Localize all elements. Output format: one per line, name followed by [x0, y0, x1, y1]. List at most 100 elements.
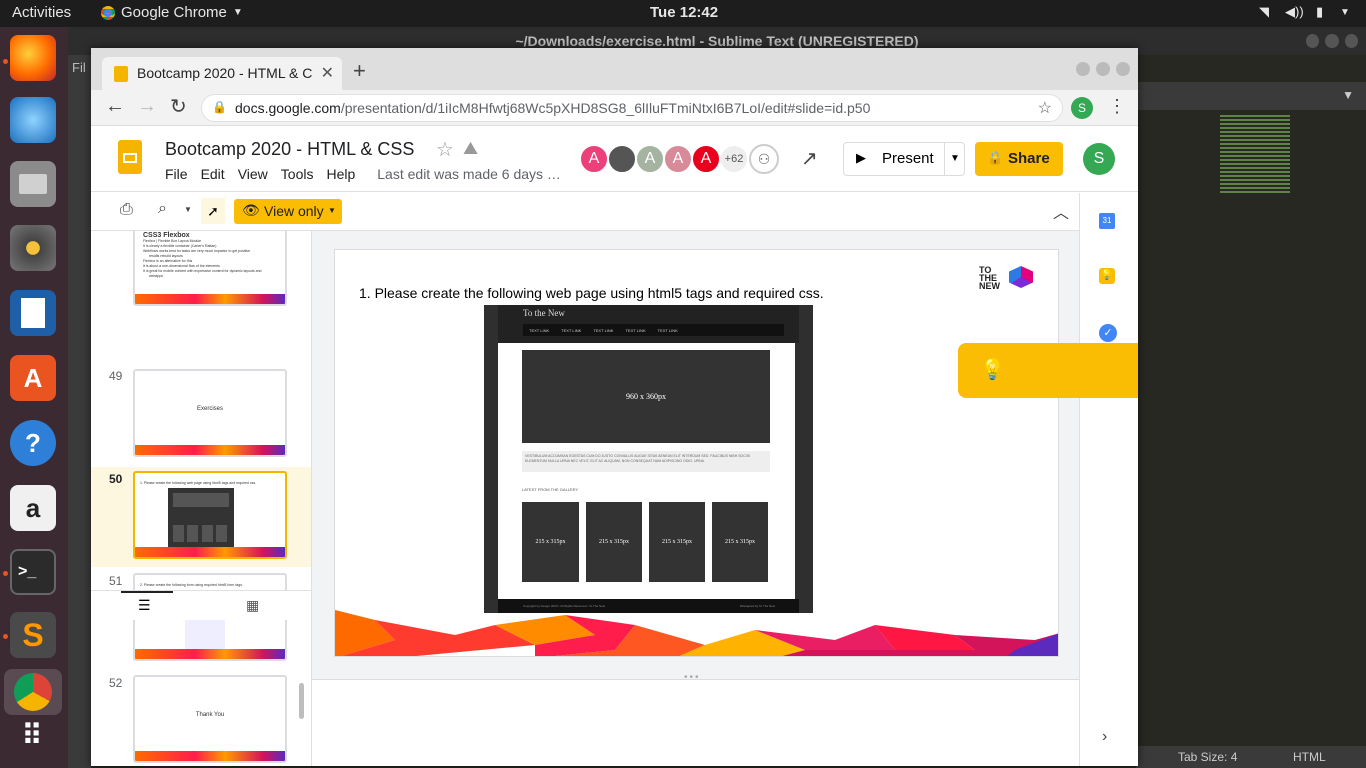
tab-close-icon[interactable]: ✕ — [321, 63, 334, 83]
user-avatar[interactable]: S — [1083, 143, 1115, 175]
speaker-notes[interactable]: ••• — [312, 672, 1079, 766]
activity-dashboard-icon[interactable]: ↗ — [801, 146, 818, 171]
notes-resize-handle[interactable]: ••• — [684, 672, 701, 683]
profile-avatar[interactable]: S — [1071, 97, 1093, 119]
rhythmbox-icon[interactable] — [10, 225, 56, 271]
menu-tools[interactable]: Tools — [281, 166, 314, 182]
mock-nav: TEXT LINK TEXT LINK TEXT LINK TEXT LINK … — [523, 324, 784, 336]
app-menu[interactable]: Google Chrome ▼ — [101, 4, 243, 21]
volume-icon[interactable]: ◀)) — [1285, 4, 1304, 20]
close-icon[interactable] — [1344, 34, 1358, 48]
sublime-text-icon[interactable]: S — [10, 612, 56, 658]
minimize-icon[interactable] — [1306, 34, 1320, 48]
slide-decoration-wave — [335, 610, 1058, 656]
filmstrip-view-icon[interactable]: ☰ — [138, 597, 151, 614]
keep-icon[interactable]: 💡 — [1099, 268, 1115, 284]
thumb-mock-card — [216, 525, 227, 542]
last-edit-link[interactable]: Last edit was made 6 days … — [377, 166, 561, 182]
select-tool-icon[interactable]: ➚ — [201, 198, 225, 224]
close-icon[interactable] — [1116, 62, 1130, 76]
thumb-title: Thank You — [195, 712, 225, 718]
battery-icon[interactable]: ▮ — [1316, 4, 1323, 20]
calendar-icon[interactable]: 31 — [1099, 213, 1115, 229]
star-icon[interactable]: ☆ — [436, 137, 454, 162]
move-to-drive-icon[interactable]: ⛰ — [463, 138, 478, 159]
software-center-icon[interactable]: A — [10, 355, 56, 401]
mock-gallery-card: 215 x 315px — [586, 502, 642, 582]
thumb-content: CSS3 Flexbox Flexbox | Flexible Box Layo… — [135, 231, 285, 281]
current-slide[interactable]: TO THE NEW 1. Please create the followin… — [334, 249, 1059, 657]
collaborator-photo-avatar[interactable] — [607, 144, 637, 174]
slides-toolbar: ⎙ ⌕ ▼ ➚ 👁 View only ▼ ︿ — [91, 193, 1138, 231]
system-menu-chevron-icon[interactable]: ▼ — [1340, 7, 1350, 18]
thunderbird-icon[interactable] — [10, 97, 56, 143]
chrome-window-controls — [1076, 62, 1130, 76]
collaborator-avatar[interactable]: A — [635, 144, 665, 174]
grid-view-icon[interactable]: ▦ — [246, 597, 259, 614]
zoom-icon[interactable]: ⌕ — [158, 200, 167, 218]
collaborator-avatar[interactable]: A — [691, 144, 721, 174]
view-only-button[interactable]: 👁 View only ▼ — [234, 199, 342, 224]
collapse-header-icon[interactable]: ︿ — [1053, 199, 1069, 223]
sublime-minimap[interactable] — [1220, 115, 1290, 195]
view-only-label: View only — [264, 203, 324, 219]
tab-size-label[interactable]: Tab Size: 4 — [1178, 750, 1237, 764]
clock[interactable]: Tue 12:42 — [650, 4, 718, 21]
browser-tab[interactable]: Bootcamp 2020 - HTML & C ✕ — [102, 57, 342, 90]
thumb-line: It is great for mobile content with expr… — [143, 269, 262, 273]
sublime-menu-fragment[interactable]: Fil — [72, 60, 86, 75]
terminal-icon[interactable]: >_ — [10, 549, 56, 595]
maximize-icon[interactable] — [1325, 34, 1339, 48]
forward-icon[interactable]: → — [137, 95, 157, 118]
omnibox[interactable]: 🔒 docs.google.com/presentation/d/1iIcM8H… — [201, 94, 1063, 122]
menu-edit[interactable]: Edit — [201, 166, 225, 182]
menu-view[interactable]: View — [238, 166, 268, 182]
new-tab-icon[interactable]: + — [353, 58, 366, 84]
add-people-icon[interactable]: ⚇ — [749, 144, 779, 174]
help-icon[interactable]: ? — [10, 420, 56, 466]
menu-file[interactable]: File — [165, 166, 188, 182]
writer-icon[interactable] — [10, 290, 56, 336]
thumb-mock-card — [202, 525, 213, 542]
bookmark-star-icon[interactable]: ☆ — [1038, 98, 1052, 118]
chrome-dock-icon[interactable] — [4, 669, 62, 715]
syntax-label[interactable]: HTML — [1293, 750, 1326, 764]
activities-button[interactable]: Activities — [12, 4, 71, 21]
chrome-menu-icon[interactable]: ⋮ — [1108, 96, 1126, 117]
print-icon[interactable]: ⎙ — [120, 201, 133, 219]
show-applications-icon[interactable]: ⠿ — [10, 712, 56, 758]
thumb-decoration — [135, 649, 285, 659]
keep-tooltip-panel[interactable]: 💡 — [958, 343, 1138, 398]
wifi-icon[interactable]: ◥ — [1259, 4, 1269, 20]
firefox-icon[interactable] — [10, 35, 56, 81]
tab-list-chevron-icon[interactable]: ▼ — [1342, 88, 1354, 102]
slide-thumbnail[interactable]: Exercises — [133, 369, 287, 457]
slide-instruction: 1. Please create the following web page … — [359, 285, 824, 301]
minimize-icon[interactable] — [1076, 62, 1090, 76]
zoom-chevron-icon[interactable]: ▼ — [184, 205, 192, 214]
slide-thumbnail[interactable]: Thank You — [133, 675, 287, 763]
files-icon[interactable] — [10, 161, 56, 207]
more-collaborators-badge[interactable]: +62 — [719, 144, 749, 174]
collaborator-avatar[interactable]: A — [579, 144, 609, 174]
tasks-icon[interactable]: ✓ — [1099, 324, 1117, 342]
back-icon[interactable]: ← — [105, 95, 125, 118]
share-button[interactable]: 🔒 Share — [975, 142, 1063, 176]
slides-logo-icon[interactable] — [118, 140, 142, 174]
lock-icon[interactable]: 🔒 — [212, 100, 227, 114]
address-bar-row: ← → ↻ 🔒 docs.google.com/presentation/d/1… — [91, 90, 1138, 126]
slide-thumbnail[interactable]: CSS3 Flexbox Flexbox | Flexible Box Layo… — [133, 231, 287, 306]
filmstrip-scrollbar[interactable] — [299, 683, 304, 719]
present-button[interactable]: ▶ Present ▼ — [843, 142, 965, 176]
slide-thumbnail-selected[interactable]: 1. Please create the following web page … — [133, 471, 287, 559]
logo-line: NEW — [979, 281, 1000, 291]
amazon-icon[interactable]: a — [10, 485, 56, 531]
expand-side-panel-icon[interactable]: › — [1102, 728, 1107, 746]
thumb-mock-card — [173, 525, 184, 542]
maximize-icon[interactable] — [1096, 62, 1110, 76]
document-title[interactable]: Bootcamp 2020 - HTML & CSS — [165, 139, 414, 160]
menu-help[interactable]: Help — [326, 166, 355, 182]
reload-icon[interactable]: ↻ — [170, 94, 187, 119]
collaborator-avatar[interactable]: A — [663, 144, 693, 174]
present-options-chevron-icon[interactable]: ▼ — [950, 153, 960, 164]
